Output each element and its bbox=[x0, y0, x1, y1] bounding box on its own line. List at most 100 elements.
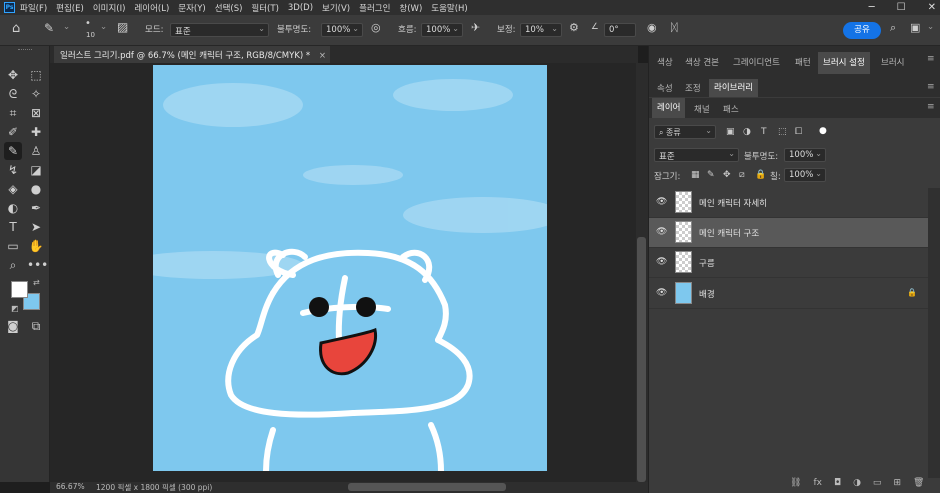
tab-gradients[interactable]: 그레이디언트 bbox=[728, 56, 785, 68]
layer-filter-kind[interactable]: ⌕ 종류 ⌄ bbox=[654, 125, 716, 139]
lasso-tool-icon[interactable]: ᘓ bbox=[4, 85, 22, 103]
menu-layer[interactable]: 레이어(L) bbox=[134, 2, 169, 14]
filter-shape-icon[interactable]: ⬚ bbox=[778, 127, 787, 137]
tab-libraries[interactable]: 라이브러리 bbox=[709, 79, 759, 97]
artboard-canvas[interactable] bbox=[153, 65, 547, 471]
path-selection-tool-icon[interactable]: ➤ bbox=[27, 218, 45, 236]
foreground-color-swatch[interactable] bbox=[11, 281, 28, 298]
menu-image[interactable]: 이미지(I) bbox=[93, 2, 126, 14]
add-mask-icon[interactable]: ◘ bbox=[834, 478, 841, 488]
panel-menu-icon[interactable]: ≡ bbox=[927, 82, 935, 92]
trash-icon[interactable]: 🗑 bbox=[913, 478, 924, 488]
link-layers-icon[interactable]: ⛓ bbox=[790, 478, 801, 488]
lock-icon[interactable]: 🔒 bbox=[907, 288, 917, 297]
lock-transparent-icon[interactable]: ▦ bbox=[691, 170, 700, 180]
screen-mode-icon[interactable]: ⧉ bbox=[27, 317, 45, 335]
new-layer-icon[interactable]: ⊞ bbox=[893, 478, 901, 488]
blend-mode-select[interactable]: 표준 ⌄ bbox=[654, 148, 739, 162]
stamp-tool-icon[interactable]: ♙ bbox=[27, 142, 45, 160]
toolbar-grip[interactable] bbox=[18, 49, 32, 51]
blur-tool-icon[interactable]: ● bbox=[27, 180, 45, 198]
eyedropper-tool-icon[interactable]: ✐ bbox=[4, 123, 22, 141]
menu-edit[interactable]: 편집(E) bbox=[56, 2, 84, 14]
panel-menu-icon[interactable]: ≡ bbox=[927, 102, 935, 112]
rectangle-tool-icon[interactable]: ▭ bbox=[4, 237, 22, 255]
menu-window[interactable]: 창(W) bbox=[399, 2, 422, 14]
layers-scrollbar[interactable] bbox=[928, 188, 940, 478]
crop-tool-icon[interactable]: ⌗ bbox=[4, 104, 22, 122]
default-colors-icon[interactable]: ◩ bbox=[11, 304, 19, 313]
eye-icon[interactable]: 👁 bbox=[656, 288, 667, 299]
eye-icon[interactable]: 👁 bbox=[656, 257, 667, 268]
marquee-tool-icon[interactable]: ⬚ bbox=[27, 66, 45, 84]
quick-mask-icon[interactable]: ◙ bbox=[4, 317, 22, 335]
search-icon[interactable]: ⌕ bbox=[890, 21, 896, 35]
lock-position-icon[interactable]: ✥ bbox=[723, 170, 731, 180]
history-brush-tool-icon[interactable]: ↯ bbox=[4, 161, 22, 179]
share-button[interactable]: 공유 bbox=[843, 22, 881, 39]
tab-color[interactable]: 색상 bbox=[652, 56, 678, 68]
tab-brushes[interactable]: 브러시 bbox=[876, 56, 909, 68]
brush-tip-icon[interactable]: • bbox=[85, 18, 91, 29]
filter-pixel-icon[interactable]: ▣ bbox=[726, 127, 735, 137]
chevron-down-icon[interactable]: ⌄ bbox=[100, 22, 107, 32]
brush-tool-icon[interactable]: ✎ bbox=[4, 142, 22, 160]
filter-adjustment-icon[interactable]: ◑ bbox=[743, 127, 751, 137]
layer-row[interactable]: 👁 구름 bbox=[649, 248, 928, 278]
pressure-size-icon[interactable]: ◉ bbox=[647, 21, 657, 34]
pen-tool-icon[interactable]: ✒ bbox=[27, 199, 45, 217]
layer-row[interactable]: 👁 배경 🔒 bbox=[649, 279, 928, 309]
menu-type[interactable]: 문자(Y) bbox=[178, 2, 205, 14]
dodge-tool-icon[interactable]: ◐ bbox=[4, 199, 22, 217]
brush-preset-icon[interactable]: ✎ bbox=[44, 21, 54, 35]
layer-opacity-input[interactable]: 100% ⌄ bbox=[784, 148, 826, 162]
move-tool-icon[interactable]: ✥ bbox=[4, 66, 22, 84]
tab-patterns[interactable]: 패턴 bbox=[790, 56, 816, 68]
menu-view[interactable]: 보기(V) bbox=[322, 2, 350, 14]
paint-bucket-tool-icon[interactable]: ◈ bbox=[4, 180, 22, 198]
lock-artboard-icon[interactable]: ⧄ bbox=[739, 170, 745, 180]
healing-brush-tool-icon[interactable]: ✚ bbox=[27, 123, 45, 141]
swap-colors-icon[interactable]: ⇄ bbox=[33, 278, 40, 287]
mode-select[interactable]: 표준 ⌄ bbox=[170, 23, 269, 37]
hand-tool-icon[interactable]: ✋ bbox=[27, 237, 45, 255]
tab-paths[interactable]: 패스 bbox=[718, 103, 744, 115]
filter-type-icon[interactable]: T bbox=[761, 127, 767, 137]
opacity-input[interactable]: 100% ⌄ bbox=[321, 23, 363, 37]
group-folder-icon[interactable]: ▭ bbox=[873, 478, 882, 488]
magic-wand-tool-icon[interactable]: ✧ bbox=[27, 85, 45, 103]
eye-icon[interactable]: 👁 bbox=[656, 227, 667, 238]
pressure-opacity-icon[interactable]: ◎ bbox=[371, 21, 381, 34]
zoom-tool-icon[interactable]: ⌕ bbox=[4, 256, 22, 274]
fill-input[interactable]: 100% ⌄ bbox=[784, 168, 826, 182]
gear-icon[interactable]: ⚙ bbox=[569, 21, 579, 34]
chevron-down-icon[interactable]: ⌄ bbox=[927, 22, 934, 32]
smoothing-input[interactable]: 10% ⌄ bbox=[520, 23, 562, 37]
frame-tool-icon[interactable]: ⊠ bbox=[27, 104, 45, 122]
tab-channels[interactable]: 채널 bbox=[689, 103, 715, 115]
flow-input[interactable]: 100% ⌄ bbox=[421, 23, 463, 37]
close-icon[interactable]: ✕ bbox=[928, 2, 936, 13]
menu-file[interactable]: 파일(F) bbox=[20, 2, 47, 14]
filter-smart-object-icon[interactable]: ⧠ bbox=[795, 127, 802, 137]
lock-pixels-icon[interactable]: ✎ bbox=[707, 170, 715, 180]
brush-settings-icon[interactable]: ▨ bbox=[117, 20, 128, 34]
menu-3d[interactable]: 3D(D) bbox=[288, 3, 313, 13]
menu-plugins[interactable]: 플러그인 bbox=[359, 2, 390, 14]
menu-help[interactable]: 도움말(H) bbox=[431, 2, 467, 14]
tab-adjustments[interactable]: 조정 bbox=[680, 82, 706, 94]
menu-select[interactable]: 선택(S) bbox=[215, 2, 243, 14]
layer-row[interactable]: 👁 메인 캐릭터 자세히 bbox=[649, 188, 928, 218]
lock-all-icon[interactable]: 🔒 bbox=[755, 170, 766, 180]
adjustment-layer-icon[interactable]: ◑ bbox=[853, 478, 861, 488]
workspace-icon[interactable]: ▣ bbox=[910, 21, 920, 34]
tab-swatches[interactable]: 색상 견본 bbox=[680, 56, 724, 68]
eraser-tool-icon[interactable]: ◪ bbox=[27, 161, 45, 179]
eye-icon[interactable]: 👁 bbox=[656, 197, 667, 208]
chevron-down-icon[interactable]: ⌄ bbox=[63, 22, 70, 32]
filter-toggle-icon[interactable]: ● bbox=[819, 126, 827, 136]
menu-filter[interactable]: 필터(T) bbox=[251, 2, 278, 14]
angle-input[interactable]: 0° bbox=[604, 23, 636, 37]
document-info[interactable]: 1200 픽셀 x 1800 픽셀 (300 ppi) bbox=[96, 482, 212, 493]
airbrush-icon[interactable]: ✈ bbox=[471, 21, 480, 34]
